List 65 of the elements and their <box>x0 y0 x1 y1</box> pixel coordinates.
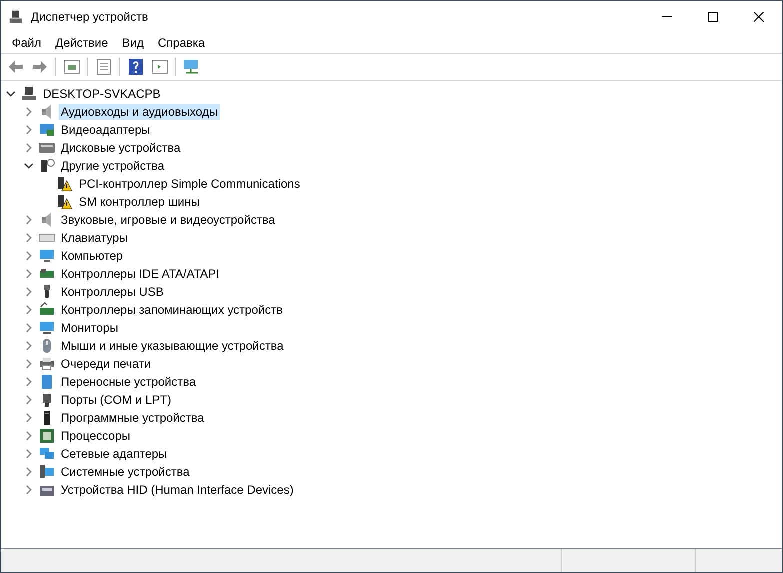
tree-item[interactable]: Видеоадаптеры <box>59 122 152 138</box>
unknown-device-icon <box>39 158 55 174</box>
minimize-icon <box>662 16 672 17</box>
tree-item[interactable]: Контроллеры запоминающих устройств <box>59 302 285 318</box>
expand-chevron-icon[interactable] <box>25 341 33 351</box>
tree-item[interactable]: Процессоры <box>59 428 132 444</box>
expand-chevron-icon[interactable] <box>25 413 33 423</box>
tree-item[interactable]: Контроллеры IDE ATA/ATAPI <box>59 266 222 282</box>
monitor-icon <box>39 320 55 336</box>
tree-item[interactable]: Сетевые адаптеры <box>59 446 170 462</box>
menu-item[interactable]: Файл <box>5 36 49 50</box>
tree-item[interactable]: Аудиовходы и аудиовыходы <box>59 104 220 120</box>
expand-chevron-icon[interactable] <box>25 233 33 243</box>
computer-icon <box>39 248 55 264</box>
menu-item[interactable]: Действие <box>48 36 116 50</box>
tree-item[interactable]: Другие устройства <box>59 158 167 174</box>
disk-drive-icon <box>39 140 55 156</box>
collapse-chevron-icon[interactable] <box>24 162 34 170</box>
display-adapter-icon <box>39 122 55 138</box>
system-device-icon <box>39 464 55 480</box>
expand-chevron-icon[interactable] <box>25 125 33 135</box>
expand-chevron-icon[interactable] <box>25 359 33 369</box>
tree-item[interactable]: Компьютер <box>59 248 126 264</box>
portable-device-icon <box>39 374 55 390</box>
network-adapter-icon <box>39 446 55 462</box>
expand-chevron-icon[interactable] <box>25 377 33 387</box>
tree-item[interactable]: Устройства HID (Human Interface Devices) <box>59 482 296 498</box>
printer-icon <box>39 356 55 372</box>
tree-item[interactable]: Порты (COM и LPT) <box>59 392 174 408</box>
expand-chevron-icon[interactable] <box>25 485 33 495</box>
tree-item[interactable]: Звуковые, игровые и видеоустройства <box>59 212 278 228</box>
expand-chevron-icon[interactable] <box>25 305 33 315</box>
tree-item[interactable]: Клавиатуры <box>59 230 130 246</box>
menu-item[interactable]: Вид <box>115 36 151 50</box>
tree-item[interactable]: Очереди печати <box>59 356 154 372</box>
computer-icon <box>21 86 37 102</box>
expand-chevron-icon[interactable] <box>25 395 33 405</box>
tree-item[interactable]: Программные устройства <box>59 410 206 426</box>
tree-item[interactable]: Контроллеры USB <box>59 284 166 300</box>
expand-chevron-icon[interactable] <box>25 143 33 153</box>
tree-item[interactable]: Дисковые устройства <box>59 140 183 156</box>
expand-chevron-icon[interactable] <box>25 287 33 297</box>
tree-item[interactable]: SM контроллер шины <box>77 194 202 210</box>
close-icon <box>754 12 764 22</box>
expand-chevron-icon[interactable] <box>25 449 33 459</box>
expand-chevron-icon[interactable] <box>25 431 33 441</box>
tree-item[interactable]: Мыши и иные указывающие устройства <box>59 338 286 354</box>
menu-item[interactable]: Справка <box>151 36 212 50</box>
expand-chevron-icon[interactable] <box>25 107 33 117</box>
tree-item[interactable]: Мониторы <box>59 320 120 336</box>
expand-chevron-icon[interactable] <box>25 323 33 333</box>
expand-chevron-icon[interactable] <box>25 251 33 261</box>
processor-icon <box>39 428 55 444</box>
app-icon <box>9 10 23 24</box>
collapse-chevron-icon[interactable] <box>6 90 16 98</box>
tree-item[interactable]: PCI-контроллер Simple Communications <box>77 176 302 192</box>
tree-item[interactable]: Переносные устройства <box>59 374 198 390</box>
expand-chevron-icon[interactable] <box>25 215 33 225</box>
tree-item[interactable]: DESKTOP-SVKACPB <box>41 86 163 102</box>
tree-item[interactable]: Системные устройства <box>59 464 192 480</box>
expand-chevron-icon[interactable] <box>25 467 33 477</box>
window-title: Диспетчер устройств <box>31 10 150 24</box>
storage-controller-icon <box>39 302 55 318</box>
expand-chevron-icon[interactable] <box>25 269 33 279</box>
maximize-icon <box>708 12 718 22</box>
